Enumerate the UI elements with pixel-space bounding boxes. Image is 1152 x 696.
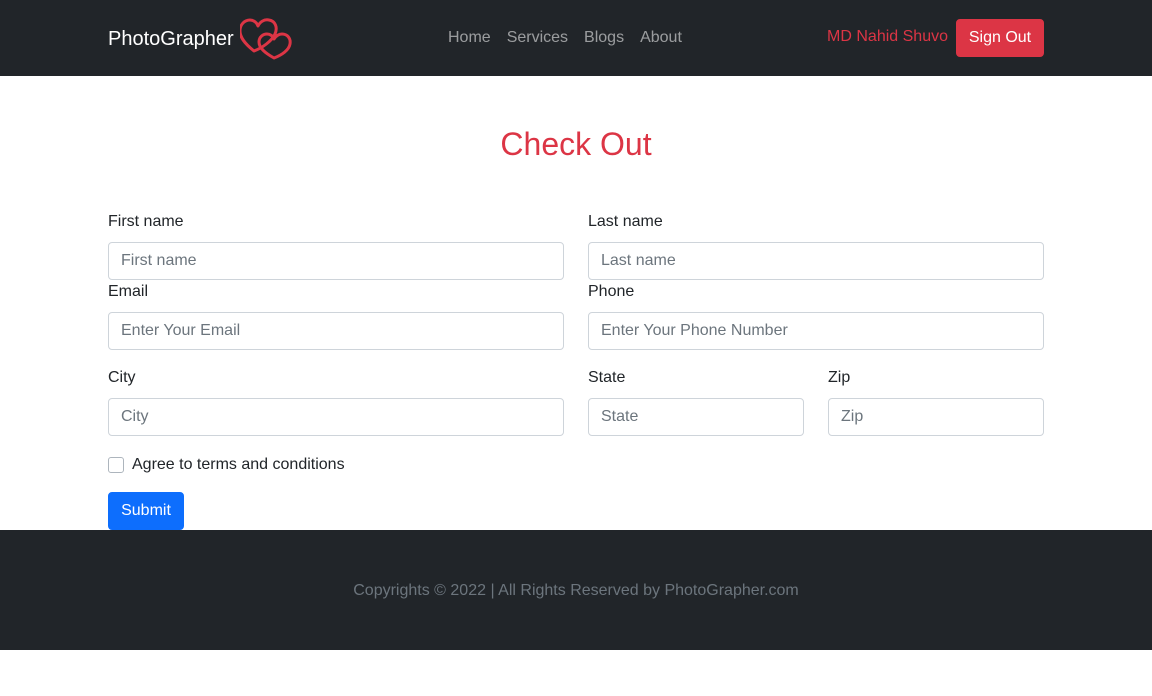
phone-input[interactable] xyxy=(588,312,1044,350)
email-input[interactable] xyxy=(108,312,564,350)
terms-checkbox[interactable] xyxy=(108,457,124,473)
zip-label: Zip xyxy=(828,369,851,386)
page-footer: Copyrights © 2022 | All Rights Reserved … xyxy=(0,530,1152,650)
nav-link-blogs[interactable]: Blogs xyxy=(576,26,632,50)
zip-input[interactable] xyxy=(828,398,1044,436)
sign-out-button[interactable]: Sign Out xyxy=(956,19,1044,57)
terms-label[interactable]: Agree to terms and conditions xyxy=(132,453,345,477)
first-name-input[interactable] xyxy=(108,242,564,280)
nav-link-home[interactable]: Home xyxy=(440,26,499,50)
city-input[interactable] xyxy=(108,398,564,436)
brand-name: PhotoGrapher xyxy=(108,28,234,50)
phone-label: Phone xyxy=(588,283,635,300)
state-label: State xyxy=(588,369,626,386)
email-label: Email xyxy=(108,283,149,300)
submit-button[interactable]: Submit xyxy=(108,492,184,530)
top-navbar: PhotoGrapher Home Services Blogs About M… xyxy=(0,0,1152,76)
brand-link[interactable]: PhotoGrapher xyxy=(108,18,292,60)
nav-links: Home Services Blogs About xyxy=(440,26,690,50)
city-label: City xyxy=(108,369,136,386)
nav-link-about[interactable]: About xyxy=(632,26,690,50)
last-name-label: Last name xyxy=(588,213,663,230)
double-heart-icon xyxy=(239,18,292,60)
user-name: MD Nahid Shuvo xyxy=(827,28,948,45)
state-input[interactable] xyxy=(588,398,804,436)
last-name-input[interactable] xyxy=(588,242,1044,280)
first-name-label: First name xyxy=(108,213,184,230)
page-title: Check Out xyxy=(500,126,652,162)
footer-copyright: Copyrights © 2022 | All Rights Reserved … xyxy=(353,582,799,599)
nav-link-services[interactable]: Services xyxy=(499,26,576,50)
terms-row: Agree to terms and conditions xyxy=(108,453,345,477)
